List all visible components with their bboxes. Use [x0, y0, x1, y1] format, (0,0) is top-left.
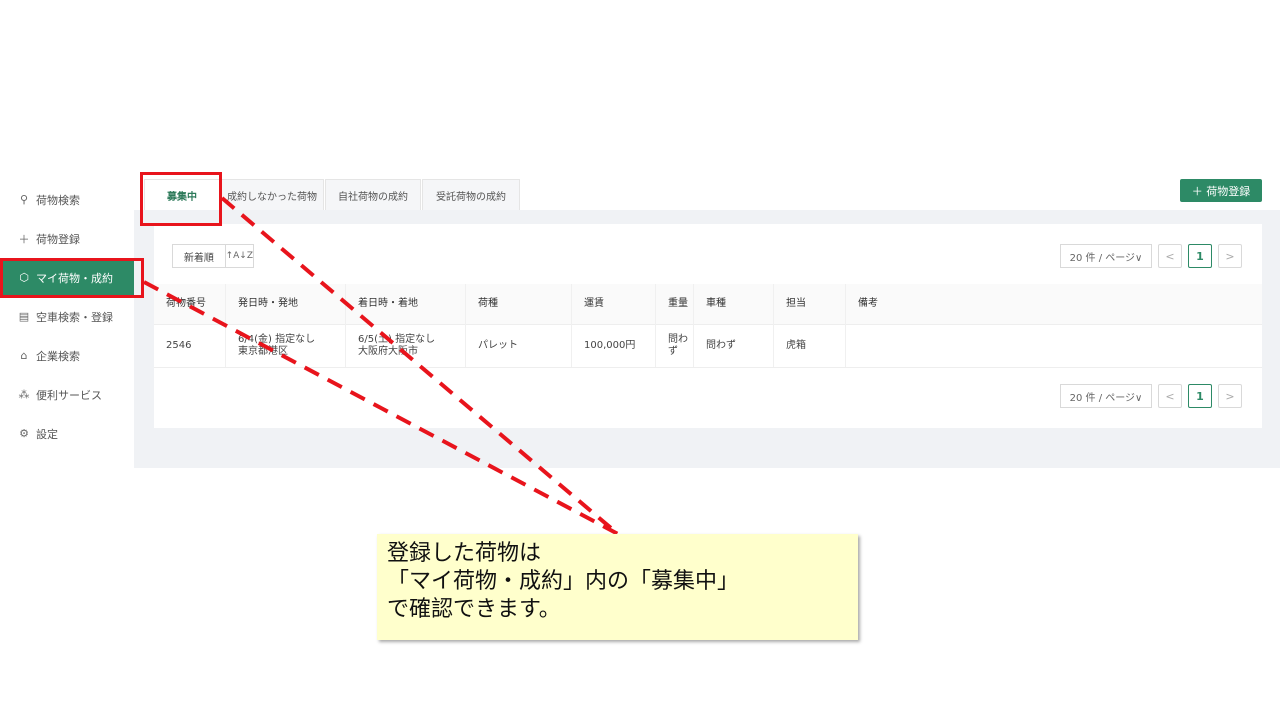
next-page-button[interactable]: >: [1218, 384, 1242, 408]
callout-line: 登録した荷物は: [387, 541, 542, 566]
search-icon: ⚲: [19, 193, 29, 206]
weight-text: 問わ: [668, 333, 688, 345]
page-number-button[interactable]: 1: [1188, 244, 1212, 268]
highlight-box-sidebar: [0, 258, 144, 298]
note: [846, 324, 1262, 367]
arrival-cell: 6/5(土) 指定なし 大阪府大阪市: [346, 324, 466, 367]
page-size-select[interactable]: 20 件 / ページ∨: [1060, 384, 1152, 408]
table-header: 荷物番号 発日時・発地 着日時・着地 荷種 運賃 重量 車種 担当 備考: [154, 284, 1262, 325]
column-header: 車種: [694, 284, 774, 324]
sort-label: 新着順: [183, 252, 214, 264]
column-header: 重量: [656, 284, 694, 324]
column-header: 発日時・発地: [226, 284, 346, 324]
next-page-button[interactable]: >: [1218, 244, 1242, 268]
departure-cell: 6/4(金) 指定なし 東京都港区: [226, 324, 346, 367]
sidebar: ⚲ 荷物検索 ＋ 荷物登録 ⬡ マイ荷物・成約 ▤ 空車検索・登録 ⌂ 企業検索…: [0, 170, 134, 468]
gear-icon: ⚙: [19, 427, 29, 440]
sidebar-item-label: 荷物登録: [36, 232, 80, 246]
sort-order-icon[interactable]: ↑A↓Z: [226, 251, 253, 261]
column-header: 着日時・着地: [346, 284, 466, 324]
tab-consigned-contracts[interactable]: 受託荷物の成約: [422, 179, 520, 210]
sidebar-item-vehicle-search[interactable]: ▤ 空車検索・登録: [0, 297, 134, 336]
prev-page-button[interactable]: <: [1158, 244, 1182, 268]
column-header: 荷物番号: [154, 284, 226, 324]
pagination-top: 20 件 / ページ∨ < 1 >: [1060, 244, 1242, 268]
prev-page-button[interactable]: <: [1158, 384, 1182, 408]
sidebar-item-label: 荷物検索: [36, 193, 80, 207]
sidebar-item-label: 便利サービス: [36, 388, 102, 402]
column-header: 運賃: [572, 284, 656, 324]
page-number-button[interactable]: 1: [1188, 384, 1212, 408]
fare: 100,000円: [572, 324, 656, 367]
callout-line: 「マイ荷物・成約」内の「募集中」: [387, 569, 740, 594]
home-icon: ⌂: [20, 349, 28, 362]
sidebar-item-label: 企業検索: [36, 349, 80, 363]
callout-line: で確認できます。: [387, 597, 561, 622]
sidebar-item-cargo-register[interactable]: ＋ 荷物登録: [0, 219, 134, 258]
arrival-datetime: 6/5(土) 指定なし: [358, 333, 436, 345]
vehicle-type: 問わず: [694, 324, 774, 367]
weight-text: ず: [668, 345, 678, 357]
tab-own-contracts[interactable]: 自社荷物の成約: [325, 179, 421, 210]
table-row[interactable]: 2546 6/4(金) 指定なし 東京都港区 6/5(土) 指定なし 大阪府大阪…: [154, 324, 1262, 368]
cargo-number: 2546: [154, 324, 226, 367]
sidebar-item-label: 設定: [36, 427, 58, 441]
highlight-box-tab: [140, 172, 222, 226]
sort-select[interactable]: 新着順 ↑A↓Z: [172, 244, 254, 268]
column-header: 荷種: [466, 284, 572, 324]
sidebar-item-cargo-search[interactable]: ⚲ 荷物検索: [0, 180, 134, 219]
page-size-select[interactable]: 20 件 / ページ∨: [1060, 244, 1152, 268]
truck-icon: ▤: [18, 310, 30, 323]
network-icon: ⁂: [18, 388, 30, 401]
sidebar-item-company-search[interactable]: ⌂ 企業検索: [0, 336, 134, 375]
plus-icon: ＋: [18, 232, 30, 246]
cargo-list-card: 新着順 ↑A↓Z 20 件 / ページ∨ < 1 > 荷物番号 発日時・発地 着…: [154, 224, 1262, 428]
weight-cell: 問わ ず: [656, 324, 694, 367]
column-header: 備考: [858, 298, 878, 309]
tab-not-contracted[interactable]: 成約しなかった荷物: [220, 179, 324, 210]
arrival-place: 大阪府大阪市: [358, 345, 418, 357]
sidebar-item-settings[interactable]: ⚙ 設定: [0, 414, 134, 453]
column-header: 担当: [774, 284, 846, 324]
departure-datetime: 6/4(金) 指定なし: [238, 333, 316, 345]
add-cargo-button[interactable]: ＋ 荷物登録: [1180, 179, 1262, 202]
sidebar-item-label: 空車検索・登録: [36, 310, 113, 324]
tab-bar: 募集中 成約しなかった荷物 自社荷物の成約 受託荷物の成約: [134, 170, 1280, 210]
cargo-type: パレット: [466, 324, 572, 367]
sidebar-item-services[interactable]: ⁂ 便利サービス: [0, 375, 134, 414]
callout-note: 登録した荷物は 「マイ荷物・成約」内の「募集中」 で確認できます。: [377, 534, 858, 640]
pagination-bottom: 20 件 / ページ∨ < 1 >: [1060, 384, 1242, 408]
departure-place: 東京都港区: [238, 345, 288, 357]
staff: 虎箱: [774, 324, 846, 367]
